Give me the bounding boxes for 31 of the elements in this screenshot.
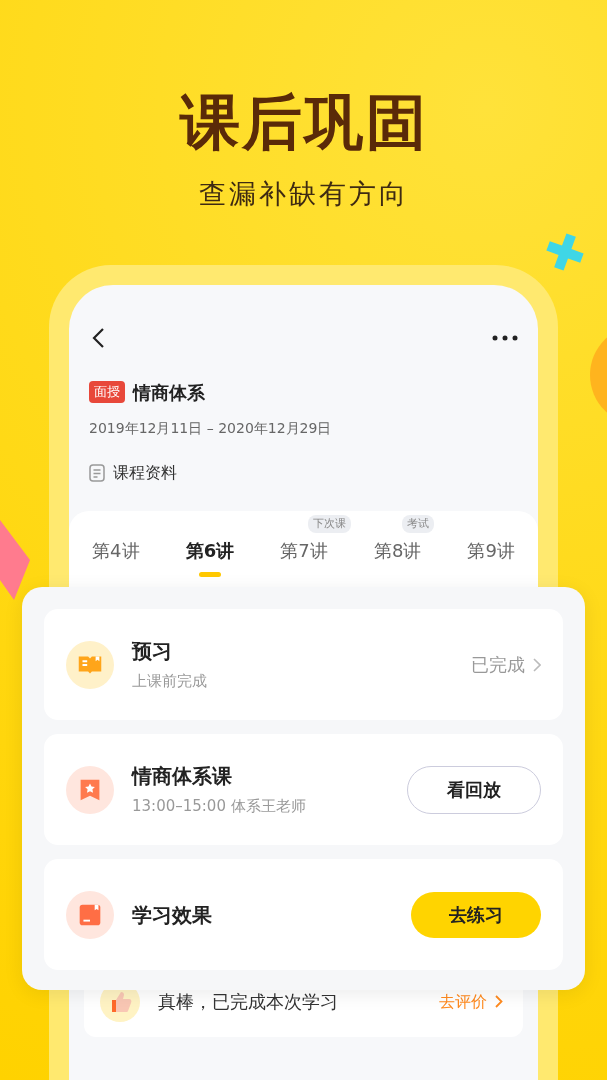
materials-link[interactable]: 课程资料 xyxy=(89,460,177,485)
course-tag: 面授 xyxy=(89,381,125,403)
task-title: 情商体系课 xyxy=(132,763,233,791)
completion-message: 真棒，已完成本次学习 xyxy=(158,990,339,1014)
task-title: 学习效果 xyxy=(132,901,213,929)
task-title: 预习 xyxy=(132,638,173,666)
plus-shape xyxy=(543,230,587,274)
tab-indicator xyxy=(198,571,221,577)
task-subtitle: 上课前完成 xyxy=(132,671,208,693)
book-icon xyxy=(66,640,114,689)
lesson-tab[interactable]: 第6讲 xyxy=(185,536,235,564)
tab-badge: 下次课 xyxy=(308,514,351,533)
subheadline: 查漏补缺有方向 xyxy=(198,177,409,211)
course-title: 情商体系 xyxy=(133,380,205,405)
lesson-tab[interactable]: 第7讲 xyxy=(280,536,328,564)
lesson-tab[interactable]: 第9讲 xyxy=(467,536,515,564)
tab-badge: 考试 xyxy=(401,514,434,533)
chevron-right-icon xyxy=(533,657,541,672)
more-icon[interactable] xyxy=(492,334,518,341)
date-range: 2019年12月11日 – 2020年12月29日 xyxy=(89,418,333,438)
practice-button[interactable]: 去练习 xyxy=(411,891,541,938)
chevron-right-icon xyxy=(495,995,503,1008)
headline: 课后巩固 xyxy=(178,86,429,152)
replay-button[interactable]: 看回放 xyxy=(407,765,541,814)
bookmark-icon xyxy=(66,765,114,814)
box-icon xyxy=(66,890,114,939)
lesson-tab[interactable]: 第8讲 xyxy=(373,536,422,564)
task-subtitle: 13:00–15:00 体系王老师 xyxy=(132,796,307,818)
document-icon xyxy=(89,463,105,482)
lesson-tab[interactable]: 第4讲 xyxy=(92,536,140,564)
back-icon[interactable] xyxy=(91,326,105,349)
